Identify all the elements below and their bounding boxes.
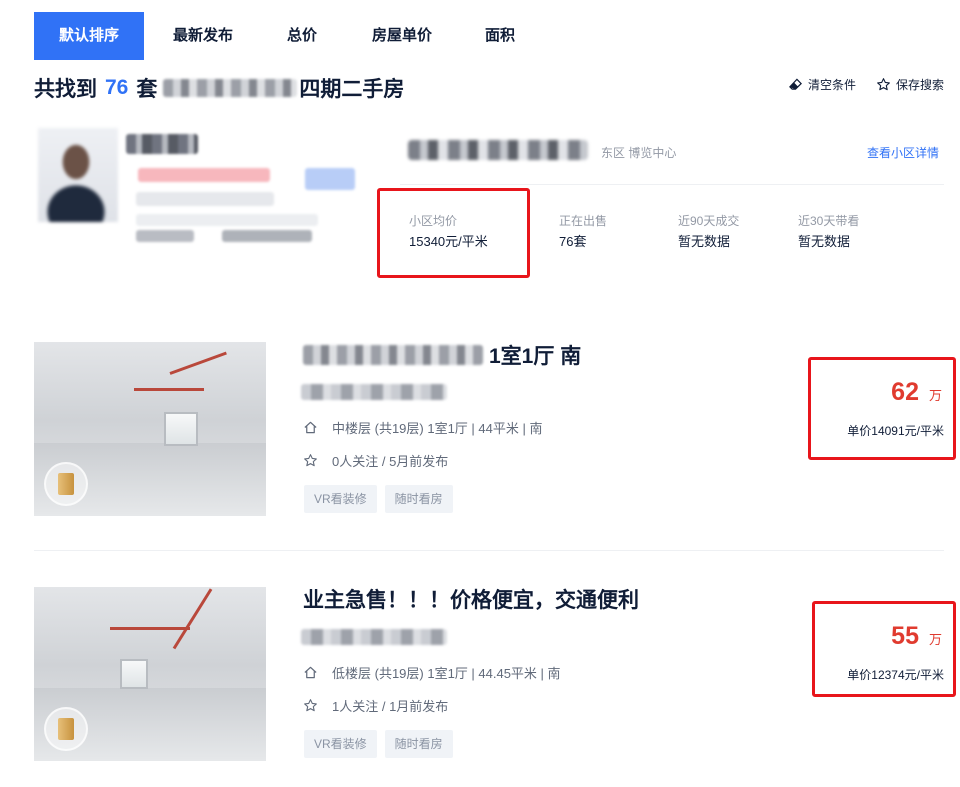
room-photo [34,342,266,516]
house-info-text: 中楼层 (共19层) 1室1厅 | 44平米 | 南 [332,421,543,436]
stat-value: 暂无数据 [798,234,851,249]
listing-divider [34,550,944,551]
home-icon [304,421,317,434]
agent-info-redacted [136,192,274,206]
tag-anytime-viewing[interactable]: 随时看房 [384,485,453,513]
stat-value: 暂无数据 [678,234,731,249]
save-search-button[interactable]: 保存搜索 [876,76,944,93]
vr-icon[interactable] [44,462,88,506]
community-detail-link[interactable]: 查看小区详情 [867,144,939,161]
result-title: 共找到 76 套 四期二手房 [34,72,404,104]
listing-photo[interactable] [34,587,266,761]
agent-phone-redacted-2 [222,230,312,242]
community-title-redacted [408,140,588,160]
star-icon [877,78,890,91]
stat-value: 76套 [559,234,587,249]
home-icon [304,666,317,679]
listing-follow-info: 0人关注 / 5月前发布 [303,451,448,470]
vr-icon[interactable] [44,707,88,751]
listing-house-info: 低楼层 (共19层) 1室1厅 | 44.45平米 | 南 [303,663,561,682]
listing-community-redacted [301,384,447,400]
tab-newest[interactable]: 最新发布 [144,12,262,60]
clear-filters-button[interactable]: 清空条件 [788,76,856,93]
sort-tabs: 默认排序 最新发布 总价 房屋单价 面积 [34,12,538,60]
listing-tags: VR看装修 随时看房 [304,730,453,758]
agent-badge-redacted [138,168,270,182]
listing-follow-info: 1人关注 / 1月前发布 [303,696,448,715]
listing-community-redacted [301,629,447,645]
tab-unit-price[interactable]: 房屋单价 [342,12,462,60]
stat-label: 正在出售 [559,214,608,228]
listing-title-text: 业主急售！！！价格便宜，交通便利 [303,589,639,612]
listing-title[interactable]: 业主急售！！！价格便宜，交通便利 [303,584,639,614]
follow-info-text: 0人关注 / 5月前发布 [332,454,449,469]
community-district: 东区 博览中心 [601,146,677,160]
community-name-redacted [163,79,298,97]
save-search-label: 保存搜索 [895,78,944,92]
result-count: 76 [105,76,129,99]
stat-90day-deals: 近90天成交 暂无数据 [678,212,739,252]
stat-on-sale: 正在出售 76套 [559,212,607,252]
tag-anytime-viewing[interactable]: 随时看房 [384,730,453,758]
agent-info-redacted-2 [136,214,318,226]
listing-photo[interactable] [34,342,266,516]
agent-avatar[interactable] [38,128,118,222]
eraser-icon [788,78,802,90]
stat-label: 近30天带看 [798,214,860,228]
tag-vr[interactable]: VR看装修 [304,485,377,513]
listing-house-info: 中楼层 (共19层) 1室1厅 | 44平米 | 南 [303,418,542,437]
stat-30day-visits: 近30天带看 暂无数据 [798,212,859,252]
header-actions: 清空条件 保存搜索 [788,76,944,93]
agent-phone-redacted [136,230,194,242]
result-suffix: 四期二手房 [299,78,405,101]
tab-area[interactable]: 面积 [462,12,538,60]
star-icon [304,454,317,467]
highlight-box-avg-price [377,188,530,278]
agent-tag-redacted [305,168,355,190]
tag-vr[interactable]: VR看装修 [304,730,377,758]
agent-name-redacted [126,134,198,154]
star-icon [304,699,317,712]
listing-title-text: 1室1厅 南 [489,345,582,368]
highlight-box-price [812,601,956,697]
community-divider [400,184,944,185]
room-photo [34,587,266,761]
clear-filters-label: 清空条件 [807,78,856,92]
tab-total-price[interactable]: 总价 [262,12,342,60]
highlight-box-price [808,357,956,460]
listing-title-redacted [303,345,483,365]
follow-info-text: 1人关注 / 1月前发布 [332,699,449,714]
listing-tags: VR看装修 随时看房 [304,485,453,513]
result-measure: 套 [136,78,158,101]
listing-title[interactable]: 1室1厅 南 [303,340,581,370]
house-info-text: 低楼层 (共19层) 1室1厅 | 44.45平米 | 南 [332,666,561,681]
result-prefix: 共找到 [34,78,97,101]
tab-default-sort[interactable]: 默认排序 [34,12,144,60]
stat-label: 近90天成交 [678,214,740,228]
